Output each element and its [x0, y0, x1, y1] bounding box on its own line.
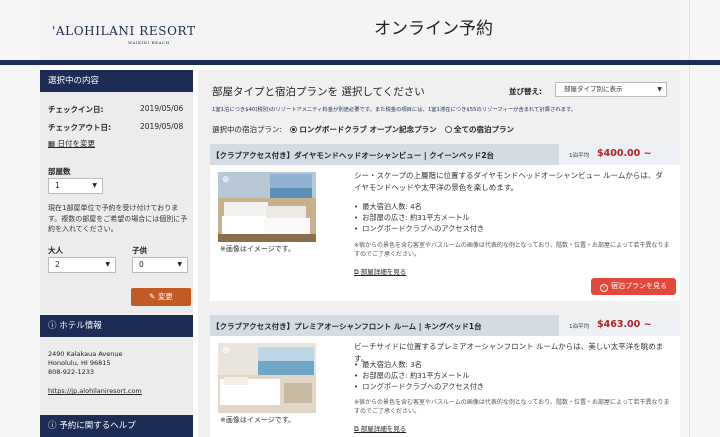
header-divider: [0, 60, 720, 65]
room-fine-print: ※宿からの景色を含む客室やバスルームの画像は代表的な例となっており、階数・位置・…: [354, 399, 670, 415]
plan-filter-label: 選択中の宿泊プラン:: [212, 125, 283, 134]
price-label: 1泊平均: [569, 153, 590, 159]
room-fine-print: ※宿からの景色を含む客室やバスルームの画像は代表的な例となっており、階数・位置・…: [354, 242, 670, 258]
price-label: 1泊平均: [569, 324, 590, 330]
radio-unchecked-icon: [444, 126, 452, 133]
chevron-circle-icon: ›: [600, 284, 608, 292]
room-price-box: 1泊平均 $463.00 ~: [559, 315, 680, 336]
sidebar: 選択中の内容 チェックイン日: 2019/05/06 チェックアウト日: 201…: [40, 70, 193, 437]
zoom-icon[interactable]: ⊕: [222, 346, 230, 356]
chevron-down-icon: ▼: [177, 261, 182, 268]
room-name[interactable]: 【クラブアクセス付き】プレミアオーシャンフロント ルーム | キングベッド1台: [212, 321, 482, 332]
checkin-value: 2019/05/06: [140, 104, 184, 113]
external-link-icon: ⧉: [354, 425, 359, 433]
room-features: 最大宿泊人数: 3名 お部屋の広さ: 約31平方メートル ロングボードクラブへの…: [354, 359, 654, 392]
room-photo[interactable]: ⊕: [218, 343, 316, 413]
children-label: 子供: [132, 246, 147, 255]
chevron-down-icon: ▼: [105, 261, 110, 268]
room-photo-image: [218, 343, 316, 413]
scrollbar-track[interactable]: [689, 0, 690, 437]
room-name[interactable]: 【クラブアクセス付き】ダイヤモンドヘッドオーシャンビュー | クイーンベッド2台: [212, 150, 494, 161]
room-price-box: 1泊平均 $400.00 ~: [559, 144, 680, 165]
adults-select[interactable]: 2 ▼: [48, 257, 116, 273]
checkout-label: チェックアウト日:: [48, 123, 111, 132]
room-detail-link[interactable]: ⧉ 部屋詳細を見る: [354, 423, 406, 434]
hotel-address-line2: Honolulu, HI 96815: [48, 359, 111, 367]
checkout-value: 2019/05/08: [140, 122, 184, 131]
feature-item: 最大宿泊人数: 3名: [354, 359, 654, 370]
rooms-select[interactable]: 1 ▼: [48, 178, 103, 194]
feature-item: お部屋の広さ: 約31平方メートル: [354, 370, 654, 381]
info-icon: ⓘ: [48, 421, 57, 431]
hotel-address-line1: 2490 Kalakaua Avenue: [48, 350, 123, 358]
sort-label: 並び替え:: [509, 87, 542, 96]
change-date-link[interactable]: ▦ 日付を変更: [48, 138, 95, 149]
children-select[interactable]: 0 ▼: [132, 257, 188, 273]
hotel-phone: 808-922-1233: [48, 368, 95, 376]
plan-option-all[interactable]: 全ての宿泊プラン: [444, 125, 514, 134]
chevron-down-icon: ▼: [92, 182, 97, 189]
page-title: オンライン予約: [374, 19, 493, 39]
info-icon: ⓘ: [48, 321, 57, 331]
selection-header: 選択中の内容: [40, 70, 193, 92]
room-card: 【クラブアクセス付き】プレミアオーシャンフロント ルーム | キングベッド1台 …: [210, 315, 680, 437]
room-description: シー・スケープの上層階に位置するダイヤモンドヘッドオーシャンビュー ルームからは…: [354, 171, 663, 192]
room-price: $463.00 ~: [597, 319, 652, 330]
feature-item: ロングボードクラブへのアクセス付き: [354, 381, 654, 392]
calendar-icon: ▦: [48, 139, 56, 148]
sort-select[interactable]: 部屋タイプ別に表示 ▼: [555, 82, 667, 97]
adults-label: 大人: [48, 246, 63, 255]
room-photo-image: [218, 172, 316, 242]
hotel-website-link[interactable]: https://jp.alohilaniresort.com: [48, 387, 142, 396]
main-title: 部屋タイプと宿泊プランを 選択してください: [212, 86, 425, 98]
radio-checked-icon: [290, 126, 298, 133]
room-card: 【クラブアクセス付き】ダイヤモンドヘッドオーシャンビュー | クイーンベッド2台…: [210, 144, 680, 301]
change-button[interactable]: ✎ 変更: [131, 288, 191, 306]
checkin-label: チェックイン日:: [48, 105, 104, 114]
room-card-header: 【クラブアクセス付き】ダイヤモンドヘッドオーシャンビュー | クイーンベッド2台…: [210, 144, 680, 165]
resort-logo[interactable]: 'ALOHILANI RESORT: [52, 24, 196, 38]
plan-filter: 選択中の宿泊プラン: ロングボードクラブ オープン記念プラン 全ての宿泊プラン: [212, 124, 514, 135]
zoom-icon[interactable]: ⊕: [222, 175, 230, 185]
hotel-info-header: ⓘ ホテル情報: [40, 315, 193, 337]
feature-item: ロングボードクラブへのアクセス付き: [354, 223, 654, 234]
photo-caption: ※画像はイメージです。: [220, 416, 296, 424]
room-price: $400.00 ~: [597, 148, 652, 159]
site-header: 'ALOHILANI RESORT WAIKIKI BEACH オンライン予約: [40, 0, 680, 60]
view-plans-button[interactable]: › 宿泊プランを見る: [591, 278, 676, 295]
feature-item: 最大宿泊人数: 4名: [354, 201, 654, 212]
photo-caption: ※画像はイメージです。: [220, 245, 296, 253]
room-features: 最大宿泊人数: 4名 お部屋の広さ: 約31平方メートル ロングボードクラブへの…: [354, 201, 654, 234]
resort-logo-subtitle: WAIKIKI BEACH: [128, 40, 170, 45]
fee-info: 1室1泊につき$40(税別)のリゾートアメニティ料金が別途必要です。また税金の項…: [212, 107, 577, 113]
room-card-header: 【クラブアクセス付き】プレミアオーシャンフロント ルーム | キングベッド1台 …: [210, 315, 680, 336]
room-photo[interactable]: ⊕: [218, 172, 316, 242]
chevron-down-icon: ▼: [657, 86, 662, 93]
feature-item: お部屋の広さ: 約31平方メートル: [354, 212, 654, 223]
plan-option-longboard[interactable]: ロングボードクラブ オープン記念プラン: [290, 125, 439, 134]
rooms-label: 部屋数: [48, 167, 71, 176]
help-header[interactable]: ⓘ 予約に関するヘルプ: [40, 415, 193, 437]
main-content: 部屋タイプと宿泊プランを 選択してください 並び替え: 部屋タイプ別に表示 ▼ …: [198, 70, 680, 437]
room-detail-link[interactable]: ⧉ 部屋詳細を見る: [354, 266, 406, 277]
browser-margin-right: [680, 0, 720, 437]
browser-margin-left: [0, 0, 40, 437]
external-link-icon: ⧉: [354, 268, 359, 276]
rooms-note: 現在1部屋単位で予約を受け付けております。複数の部屋をご希望の場合には個別に予約…: [48, 204, 188, 233]
edit-icon: ✎: [149, 292, 156, 301]
